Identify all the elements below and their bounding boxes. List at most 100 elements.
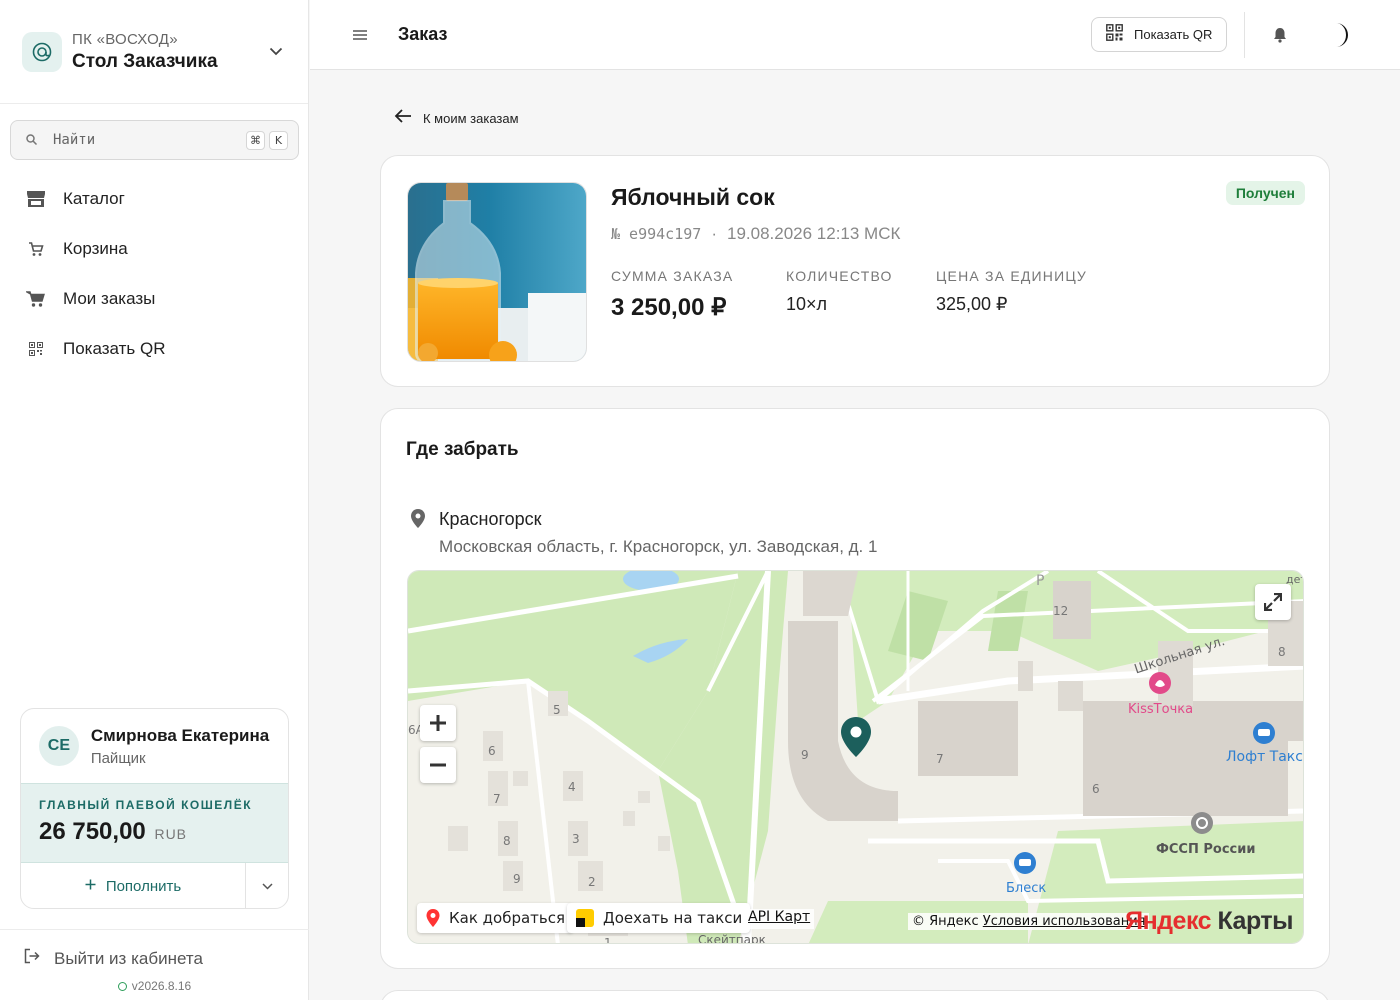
svg-text:KissТочка: KissТочка — [1128, 702, 1193, 717]
svg-text:6: 6 — [1092, 782, 1100, 796]
order-meta: № e994c197 · 19.08.2026 12:13 МСК — [611, 224, 900, 244]
copyright-text: © Яндекс — [912, 914, 979, 929]
back-to-orders-link[interactable]: К моим заказам — [394, 108, 519, 129]
app-name: Стол Заказчика — [72, 50, 218, 72]
user-profile[interactable]: СЕ Смирнова Екатерина Пайщик — [21, 709, 288, 783]
svg-text:Лофт Такси: Лофт Такси — [1226, 749, 1304, 765]
plus-icon — [430, 715, 446, 731]
search-icon — [25, 133, 39, 147]
search-box[interactable]: ⌘ K — [10, 120, 299, 160]
svg-text:5: 5 — [553, 703, 561, 717]
route-label: Как добраться — [449, 909, 566, 927]
user-role: Пайщик — [90, 749, 146, 767]
yandex-maps-logo[interactable]: Яндекс Карты — [1125, 907, 1293, 936]
stat-label: СУММА ЗАКАЗА — [611, 268, 734, 284]
store-icon — [26, 189, 46, 209]
page-title: Заказ — [398, 24, 448, 44]
taxi-label: Доехать на такси — [603, 909, 743, 927]
stat-label: ЦЕНА ЗА ЕДИНИЦУ — [936, 268, 1088, 284]
sidebar-item-cart[interactable]: Корзина — [0, 224, 309, 274]
svg-text:6: 6 — [488, 744, 496, 758]
svg-text:3: 3 — [572, 832, 580, 846]
svg-text:Скейтпарк: Скейтпарк — [698, 933, 766, 944]
org-logo-icon — [22, 31, 62, 72]
sidebar-item-label: Корзина — [63, 239, 128, 258]
product-image — [407, 182, 587, 362]
search-input[interactable] — [53, 132, 242, 148]
order-card: Яблочный сок № e994c197 · 19.08.2026 12:… — [380, 155, 1330, 387]
theme-toggle-moon-icon[interactable] — [1328, 22, 1352, 48]
user-name: Смирнова Екатерина — [90, 725, 270, 745]
status-dot-icon — [117, 981, 127, 991]
topbar: Заказ Показать QR — [310, 0, 1400, 70]
location-pin-icon — [409, 508, 427, 530]
logout-label: Выйти из кабинета — [54, 948, 203, 968]
order-datetime: 19.08.2026 12:13 МСК — [726, 224, 901, 243]
pickup-city: Красногорск — [439, 509, 542, 529]
shortcut-key-k: K — [269, 130, 288, 150]
wallet-menu-button[interactable] — [246, 863, 288, 908]
expand-icon — [1264, 593, 1282, 611]
map-copyright: © Яндекс Условия использования — [908, 913, 1150, 930]
back-link-label: К моим заказам — [423, 111, 519, 126]
zoom-out-button[interactable] — [420, 747, 456, 783]
pickup-address: Московская область, г. Красногорск, ул. … — [439, 537, 878, 556]
svg-text:7: 7 — [493, 792, 501, 806]
show-qr-button[interactable]: Показать QR — [1091, 17, 1227, 52]
app-version: v2026.8.16 — [0, 979, 309, 993]
divider — [1244, 12, 1245, 58]
stat-value: 325,00 ₽ — [936, 294, 1008, 314]
svg-text:8: 8 — [1278, 645, 1286, 659]
shortcut-key-cmd: ⌘ — [246, 130, 265, 150]
sidebar-item-catalog[interactable]: Каталог — [0, 174, 309, 224]
avatar: СЕ — [39, 726, 79, 766]
svg-text:P: P — [1036, 573, 1044, 589]
minus-icon — [430, 763, 446, 767]
orders-cart-icon — [26, 289, 46, 309]
zoom-controls — [420, 705, 456, 785]
sidebar-item-show-qr[interactable]: Показать QR — [0, 324, 309, 374]
pickup-title: Где забрать — [406, 439, 519, 460]
next-card — [380, 990, 1330, 1000]
stat-unit-price: ЦЕНА ЗА ЕДИНИЦУ 325,00 ₽ — [936, 268, 1087, 315]
sidebar: ПК «ВОСХОД» Стол Заказчика ⌘ K Каталог К… — [0, 0, 309, 1000]
meta-separator: · — [711, 224, 717, 243]
pickup-map[interactable]: 5 6 7 8 9 4 3 2 1 9 7 6 12 8 6А Школьная… — [407, 570, 1304, 944]
chevron-down-icon[interactable] — [266, 42, 286, 62]
show-qr-label: Показать QR — [1134, 27, 1213, 42]
sidebar-item-label: Показать QR — [63, 339, 166, 358]
plus-icon — [85, 877, 96, 895]
org-switcher[interactable]: ПК «ВОСХОД» Стол Заказчика — [0, 0, 308, 104]
notifications-bell-icon[interactable] — [1271, 26, 1289, 44]
svg-text:9: 9 — [513, 872, 521, 886]
wallet-balance: 26 750,00 RUB — [39, 818, 270, 846]
menu-icon[interactable] — [350, 25, 370, 45]
sidebar-item-label: Мои заказы — [63, 289, 156, 308]
terms-link[interactable]: Условия использования — [983, 914, 1146, 929]
svg-text:Блеск: Блеск — [1006, 881, 1046, 896]
route-pin-icon — [426, 909, 440, 927]
stat-total: СУММА ЗАКАЗА 3 250,00 ₽ — [611, 268, 733, 322]
route-button[interactable]: Как добраться — [417, 903, 574, 933]
logout-button[interactable]: Выйти из кабинета — [0, 948, 309, 969]
svg-text:ФССП России: ФССП России — [1156, 842, 1255, 857]
wallet-title: ГЛАВНЫЙ ПАЕВОЙ КОШЕЛЁК — [39, 798, 253, 812]
fullscreen-button[interactable] — [1255, 584, 1291, 620]
stat-label: КОЛИЧЕСТВО — [786, 268, 893, 284]
status-badge: Получен — [1225, 181, 1305, 205]
topup-button[interactable]: Пополнить — [21, 863, 246, 908]
sidebar-item-my-orders[interactable]: Мои заказы — [0, 274, 309, 324]
arrow-left-icon — [394, 108, 412, 129]
qr-icon — [26, 339, 46, 359]
taxi-button[interactable]: Доехать на такси — [567, 903, 751, 933]
zoom-in-button[interactable] — [420, 705, 456, 741]
svg-text:9: 9 — [801, 748, 809, 762]
order-number: № e994c197 — [611, 225, 702, 243]
svg-text:4: 4 — [568, 780, 576, 794]
svg-text:1: 1 — [604, 936, 612, 944]
stat-value: 10×л — [786, 294, 828, 314]
wallet-panel: ГЛАВНЫЙ ПАЕВОЙ КОШЕЛЁК 26 750,00 RUB — [21, 783, 288, 863]
api-link[interactable]: API Карт — [744, 909, 815, 929]
product-title: Яблочный сок — [611, 184, 775, 210]
taxi-icon — [576, 909, 594, 927]
